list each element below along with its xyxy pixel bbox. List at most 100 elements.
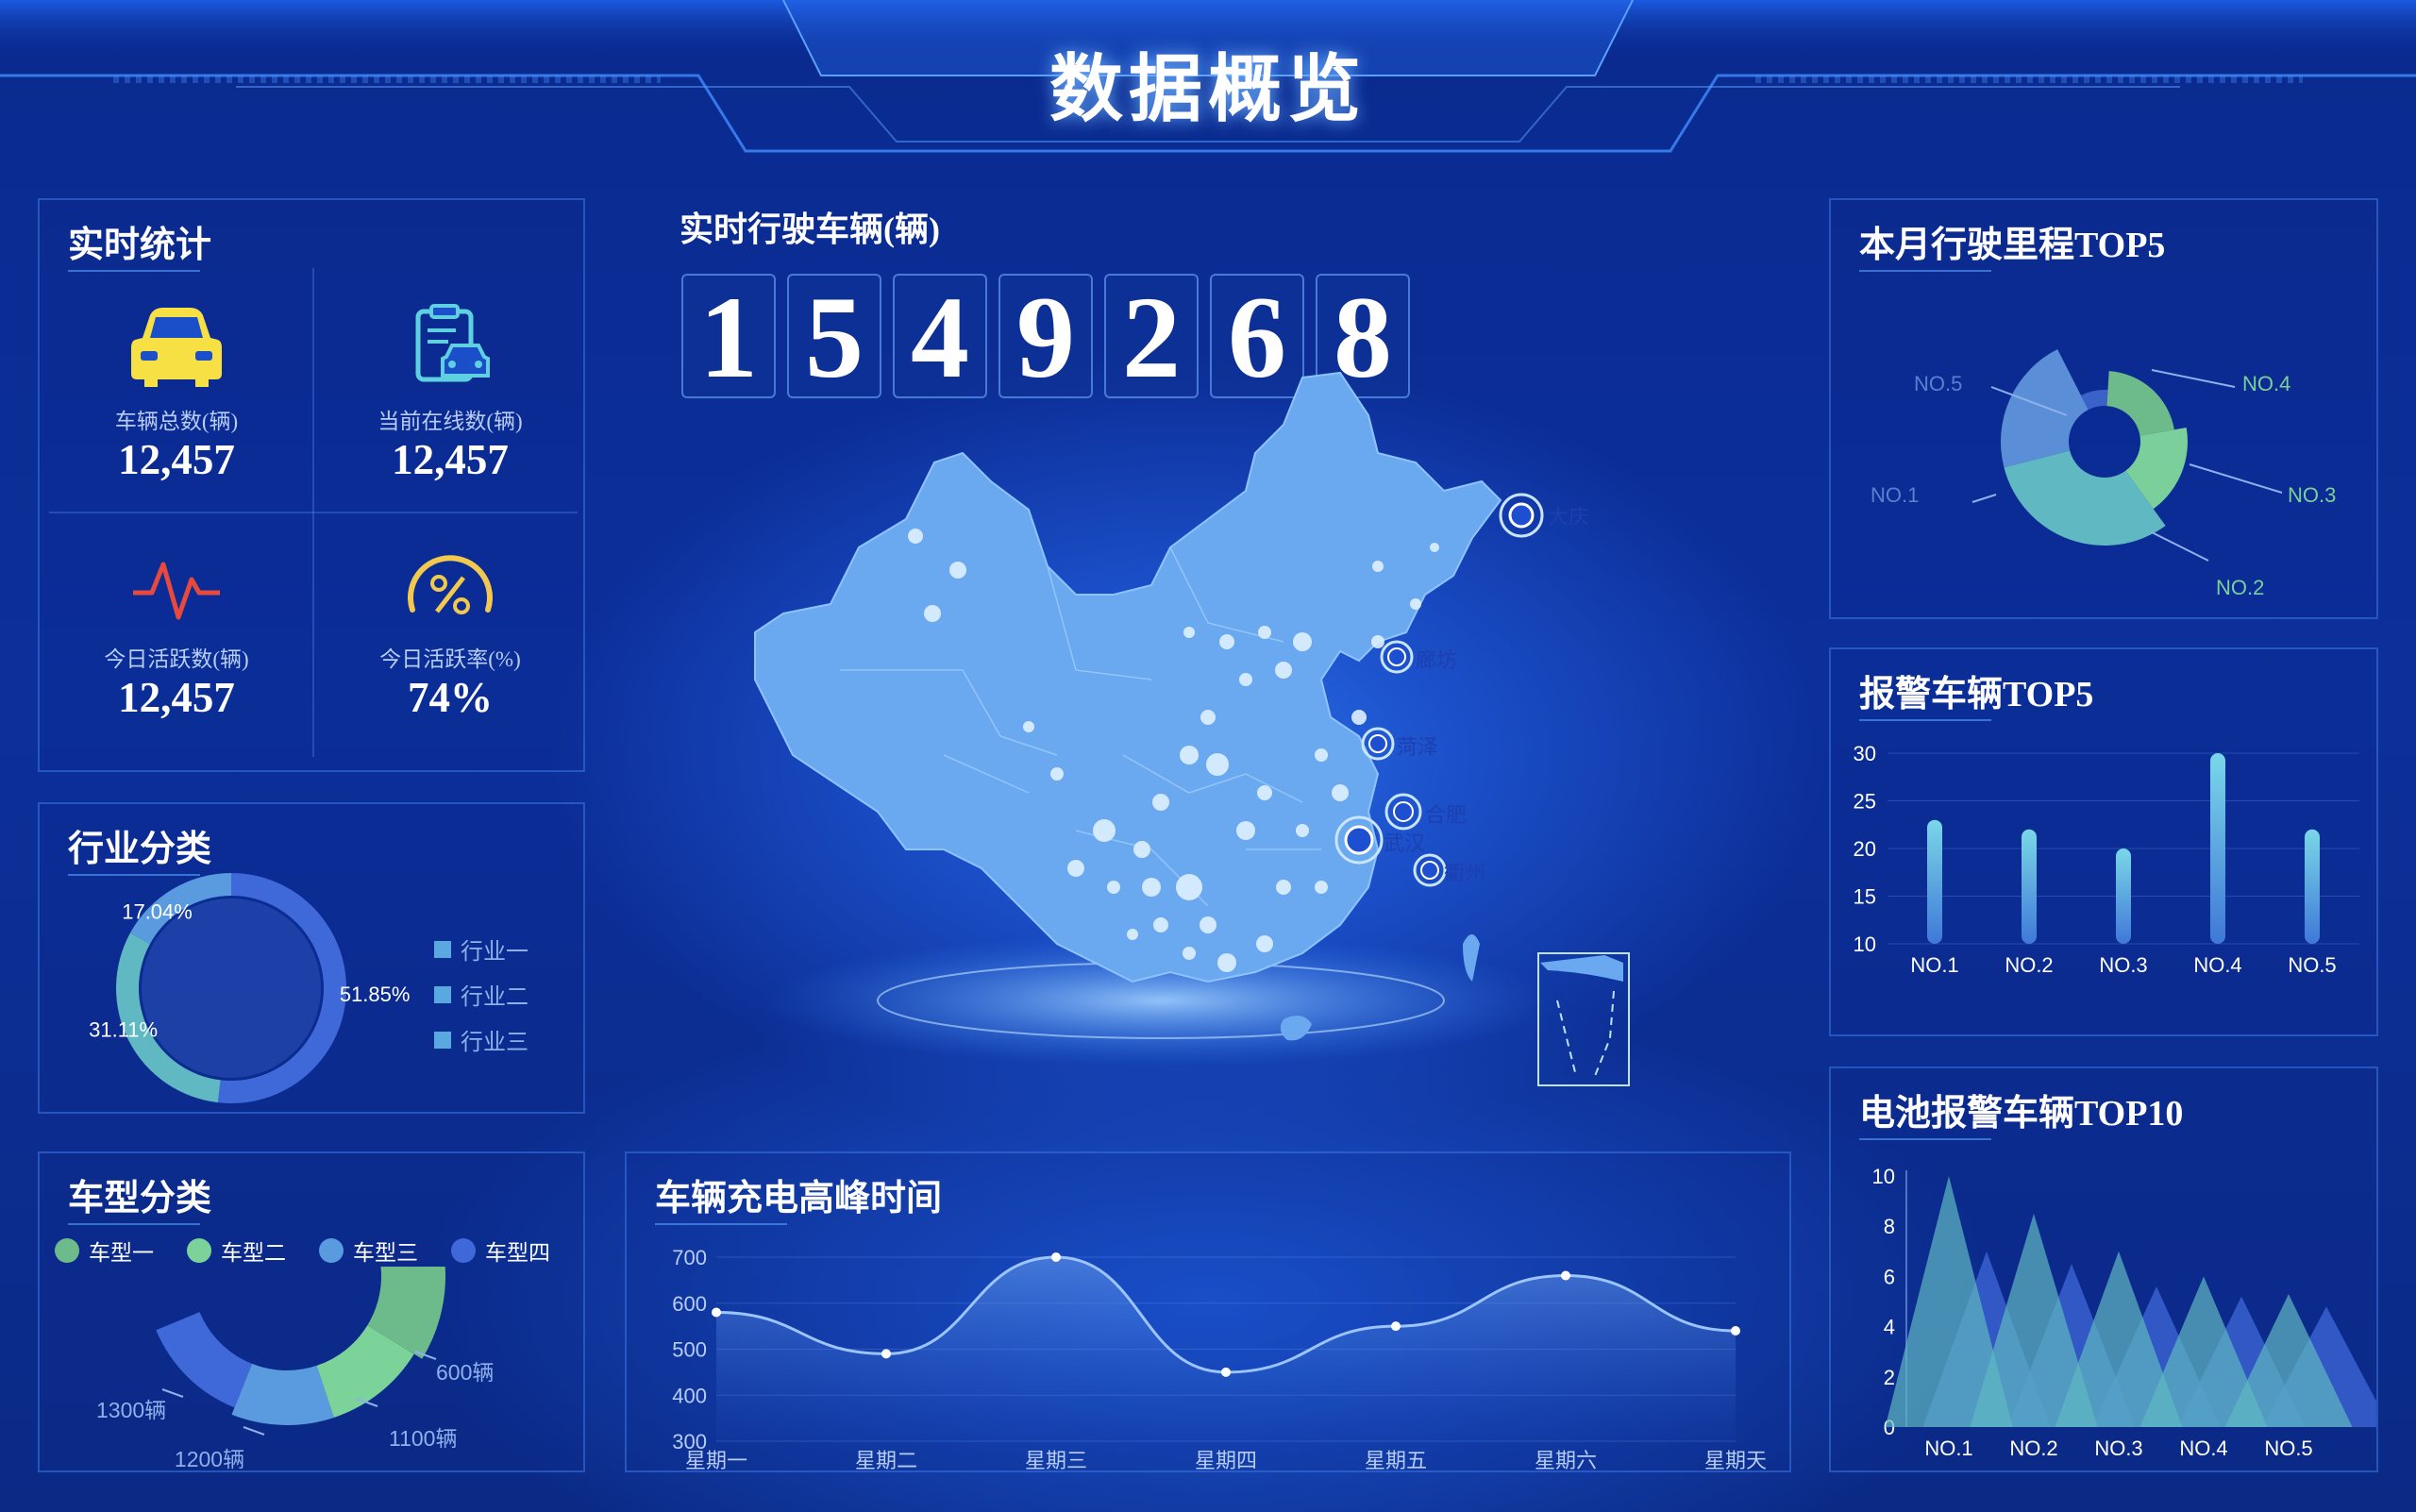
x-tick-label: 星期三 [1025,1449,1087,1472]
city-label: 武汉 [1384,832,1426,855]
x-tick-label: NO.4 [2179,1436,2227,1460]
city-marker [1361,727,1395,761]
legend-item[interactable]: 行业二 [434,978,528,1011]
y-tick-label: 15 [1854,885,1876,909]
stat-total-vehicles: 车辆总数(辆) 12,457 [40,304,313,484]
city-label: 衢州 [1444,862,1486,885]
y-tick-label: 10 [1872,1165,1895,1188]
mileage-rose-chart: NO.1 NO.2 NO.3 NO.4 NO.5 [1871,348,2336,599]
x-tick-label: NO.3 [2099,953,2147,977]
alarm-bar-chart: 10 15 20 25 30 NO.1 NO.2 NO.3 NO.4 NO.5 [1854,742,2359,977]
legend-item[interactable]: 车型三 [319,1235,418,1267]
x-tick-label: NO.1 [1910,953,1958,977]
label-leader [243,1426,265,1436]
x-tick-label: 星期五 [1365,1449,1427,1472]
china-map [754,371,1630,1086]
y-tick-label: 600 [672,1292,707,1316]
bar [2305,829,2320,944]
city-label: 大庆 [1548,505,1590,529]
panel-title: 报警车辆TOP5 [1859,664,2093,721]
realtime-stats-panel: 实时统计 车辆总数(辆) 12,457 当前在线数(辆) 12,457 今日活跃… [38,198,585,772]
vehicle-type-panel: 车型分类 车型一 车型二 车型三 车型四 600辆 1100辆 1200辆 1300辆 [38,1151,585,1472]
panel-title: 实时统计 [68,215,211,272]
battery-panel: 电池报警车辆TOP10 0 2 4 6 8 10 NO.1 NO.2 NO.3 NO.4 NO.5 [1829,1067,2378,1472]
vehicle-type-rose-chart: 600辆 1100辆 1200辆 1300辆 [96,1267,494,1471]
data-point [1391,1321,1401,1332]
data-label: 600辆 [436,1360,494,1385]
panel-title: 电池报警车辆TOP10 [1859,1084,2183,1140]
bar [2022,829,2037,944]
panel-title: 车型分类 [68,1168,211,1225]
legend-item[interactable]: 行业一 [434,932,528,966]
label-leader [2151,369,2236,388]
city-label: 合肥 [1425,803,1468,827]
bar [2116,848,2131,944]
charging-line-chart: 300400500600700星期一 星期二 星期三 星期四 星期五 星期六 星期天 [672,1246,1767,1472]
city-marker [1384,793,1422,831]
category-label: NO.1 [1871,483,1919,507]
city-marker [1499,493,1544,538]
label-leader [2151,531,2209,562]
industry-panel: 行业分类 51.85% 31.11% 17.04% 行业一 行业二 行业三 [38,802,585,1114]
category-label: NO.2 [2216,576,2264,599]
data-label: 31.11% [89,1018,158,1042]
category-label: NO.3 [2288,483,2336,507]
data-label: 1300辆 [96,1398,166,1422]
data-point [712,1307,721,1318]
driving-title: 实时行驶车辆(辆) [680,210,940,248]
clipboard-car-icon [415,304,490,382]
data-point [881,1349,891,1359]
x-tick-label: 星期四 [1195,1449,1257,1472]
y-tick-label: 6 [1884,1265,1895,1288]
data-label: 1200辆 [175,1447,244,1471]
legend-item[interactable]: 行业三 [434,1023,528,1056]
charging-panel: 车辆充电高峰时间 300 400 500 600 700 星期一 星期二 星期三 星期四 星期五星… [625,1151,1791,1472]
category-label: NO.4 [2242,372,2290,395]
legend-item[interactable]: 车型四 [451,1235,550,1267]
pulse-icon [133,562,220,620]
y-tick-label: 700 [672,1246,707,1269]
battery-triangle-chart: 0246810NO.1 NO.2 NO.3 NO.4 NO.5 [1872,1165,2376,1460]
y-tick-label: 25 [1854,790,1876,814]
label-leader [1971,494,1997,503]
city-label: 廊坊 [1416,648,1458,672]
y-tick-label: 10 [1854,932,1876,956]
panel-title: 车辆充电高峰时间 [655,1168,942,1225]
y-tick-label: 30 [1854,742,1876,765]
x-tick-label: NO.3 [2094,1436,2142,1460]
data-point [1221,1367,1231,1377]
data-point [1561,1270,1570,1281]
data-label: 51.85% [340,983,411,1006]
city-marker [1413,853,1447,887]
legend-item[interactable]: 车型二 [187,1235,286,1267]
x-tick-label: NO.1 [1924,1436,1972,1460]
data-label: 1100辆 [389,1426,457,1451]
label-leader [2189,463,2283,494]
x-tick-label: NO.2 [2009,1436,2057,1460]
category-label: NO.5 [1914,372,1962,395]
x-tick-label: NO.4 [2193,953,2241,977]
x-tick-label: NO.5 [2264,1436,2312,1460]
y-tick-label: 2 [1884,1366,1895,1389]
south-sea-inset [1537,952,1630,1086]
legend-item[interactable]: 车型一 [55,1235,154,1267]
car-icon [131,308,222,387]
x-tick-label: 星期二 [855,1449,917,1472]
y-tick-label: 500 [672,1338,707,1362]
bar [1927,819,1942,944]
y-tick-label: 8 [1884,1215,1895,1238]
x-tick-label: NO.5 [2288,953,2336,977]
data-label: 17.04% [122,899,193,923]
x-tick-label: NO.2 [2005,953,2053,977]
stat-active-today: 今日活跃数(辆) 12,457 [40,551,313,722]
rose-slice [2001,348,2089,468]
industry-pie-chart: 51.85% 31.11% 17.04% [89,873,411,1103]
y-tick-label: 4 [1884,1316,1895,1339]
rose-slice [2106,371,2174,436]
data-point [1051,1252,1061,1262]
y-tick-label: 400 [672,1384,707,1407]
alarm-panel: 报警车辆TOP5 10 15 20 25 30 NO.1 NO.2 NO.3 NO.4 NO.5 [1829,647,2378,1036]
percent-gauge-icon [408,555,493,614]
pie-center [142,899,321,1078]
mileage-panel: 本月行驶里程TOP5 NO.1 NO.2 NO.3 NO.4 NO.5 [1829,198,2378,619]
